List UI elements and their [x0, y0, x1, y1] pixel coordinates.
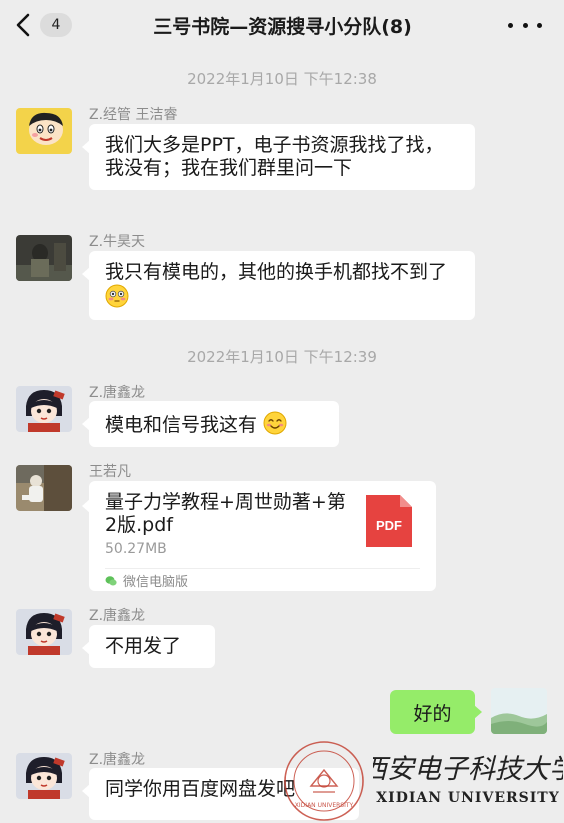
message-text: 我们大多是PPT，电子书资源我找了找，我没有；我在我们群里问一下: [105, 134, 444, 179]
message-bubble[interactable]: 不用发了: [82, 625, 215, 668]
sender-name: 王若凡: [89, 464, 131, 480]
pdf-file-icon: PDF: [366, 495, 412, 547]
avatar[interactable]: [16, 609, 72, 655]
divider: [105, 568, 420, 569]
university-name-english: XIDIAN UNIVERSITY: [376, 790, 559, 806]
message-bubble[interactable]: 我只有模电的，其他的换手机都找不到了: [82, 251, 475, 320]
avatar[interactable]: [16, 753, 72, 799]
file-source: 微信电脑版: [105, 571, 188, 590]
file-message-card[interactable]: 量子力学教程+周世勋著+第2版.pdf 50.27MB PDF 微信电脑版: [82, 481, 436, 591]
message-bubble[interactable]: 我们大多是PPT，电子书资源我找了找，我没有；我在我们群里问一下: [82, 124, 475, 190]
photo-avatar-icon: [16, 465, 72, 511]
avatar[interactable]: [16, 465, 72, 511]
chat-timestamp: 2022年1月10日 下午12:39: [187, 348, 377, 366]
university-name-watermark: 西安电子科技大学 XIDIAN UNIVERSITY: [373, 754, 563, 806]
more-dot: [537, 22, 542, 28]
avatar[interactable]: [16, 386, 72, 432]
sender-name: Z.牛昊天: [89, 234, 146, 250]
anime-avatar-icon: [16, 386, 72, 432]
message-text: 模电和信号我这有: [105, 414, 258, 436]
anime-avatar-icon: [16, 609, 72, 655]
seal-text: XIDIAN UNIVERSITY: [295, 802, 354, 809]
pdf-icon-label: PDF: [376, 518, 402, 533]
my-avatar[interactable]: [491, 688, 547, 734]
message-text: 同学你用百度网盘发吧: [105, 778, 296, 800]
anime-avatar-icon: [16, 753, 72, 799]
sender-name: Z.经管 王洁睿: [89, 107, 178, 123]
landscape-avatar-icon: [491, 688, 547, 734]
flushed-face-emoji-icon: [105, 284, 129, 308]
back-button[interactable]: 4: [14, 10, 84, 40]
sender-name: Z.唐鑫龙: [89, 752, 146, 768]
chat-header: 4 三号书院—资源搜寻小分队(8): [0, 0, 564, 52]
wechat-icon: [105, 575, 117, 585]
my-message-bubble[interactable]: 好的: [390, 690, 482, 734]
message-text: 好的: [413, 702, 452, 725]
chat-timestamp: 2022年1月10日 下午12:38: [187, 70, 377, 88]
avatar[interactable]: [16, 235, 72, 281]
message-text: 我只有模电的，其他的换手机都找不到了: [105, 261, 448, 283]
more-dot: [522, 22, 528, 28]
chat-title: 三号书院—资源搜寻小分队(8): [153, 16, 412, 38]
university-name-chinese: 西安电子科技大学: [373, 754, 563, 785]
cartoon-avatar-icon: [16, 108, 72, 154]
more-options-button[interactable]: [508, 12, 542, 38]
file-size: 50.27MB: [105, 541, 167, 557]
file-source-label: 微信电脑版: [123, 575, 189, 590]
unread-count-badge: 4: [40, 13, 72, 37]
photo-avatar-icon: [16, 235, 72, 281]
message-text: 不用发了: [105, 635, 182, 657]
more-dot: [508, 22, 513, 28]
chevron-left-icon: [16, 13, 30, 37]
sender-name: Z.唐鑫龙: [89, 608, 146, 624]
smiling-face-emoji-icon: [263, 411, 287, 435]
avatar[interactable]: [16, 108, 72, 154]
message-bubble[interactable]: 模电和信号我这有: [82, 401, 339, 447]
sender-name: Z.唐鑫龙: [89, 385, 146, 401]
university-seal-icon: XIDIAN UNIVERSITY: [284, 741, 364, 821]
file-name: 量子力学教程+周世勋著+第2版.pdf: [105, 491, 346, 536]
